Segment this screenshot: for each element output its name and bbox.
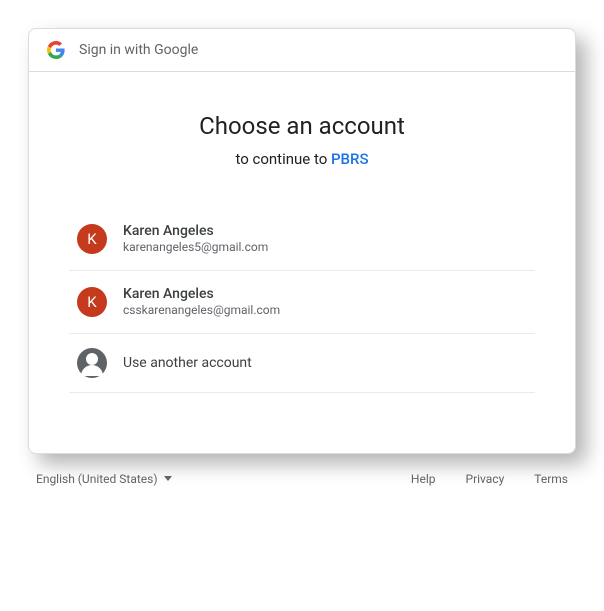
account-name: Karen Angeles bbox=[123, 222, 527, 240]
terms-link[interactable]: Terms bbox=[534, 472, 568, 486]
account-email: csskarenangeles@gmail.com bbox=[123, 303, 527, 319]
account-list: K Karen Angeles karenangeles5@gmail.com … bbox=[69, 208, 535, 393]
signin-card: Sign in with Google Choose an account to… bbox=[28, 28, 576, 454]
footer-links: Help Privacy Terms bbox=[411, 472, 568, 486]
account-item[interactable]: K Karen Angeles csskarenangeles@gmail.co… bbox=[69, 271, 535, 334]
help-link[interactable]: Help bbox=[411, 472, 436, 486]
chevron-down-icon bbox=[164, 476, 172, 481]
page-subtitle: to continue to PBRS bbox=[69, 150, 535, 168]
other-account-label: Use another account bbox=[123, 355, 252, 371]
account-info: Karen Angeles csskarenangeles@gmail.com bbox=[123, 285, 527, 319]
page-title: Choose an account bbox=[69, 112, 535, 140]
account-info: Karen Angeles karenangeles5@gmail.com bbox=[123, 222, 527, 256]
use-another-account[interactable]: Use another account bbox=[69, 334, 535, 393]
header-title: Sign in with Google bbox=[79, 42, 198, 58]
language-selector[interactable]: English (United States) bbox=[36, 472, 172, 486]
avatar: K bbox=[77, 287, 107, 317]
account-email: karenangeles5@gmail.com bbox=[123, 240, 527, 256]
account-item[interactable]: K Karen Angeles karenangeles5@gmail.com bbox=[69, 208, 535, 271]
google-logo-icon bbox=[47, 41, 65, 59]
footer: English (United States) Help Privacy Ter… bbox=[28, 454, 576, 486]
app-link[interactable]: PBRS bbox=[331, 150, 369, 168]
avatar: K bbox=[77, 224, 107, 254]
card-content: Choose an account to continue to PBRS K … bbox=[29, 72, 575, 453]
privacy-link[interactable]: Privacy bbox=[466, 472, 505, 486]
subtitle-prefix: to continue to bbox=[235, 150, 331, 168]
person-icon bbox=[77, 348, 107, 378]
language-label: English (United States) bbox=[36, 472, 158, 486]
card-header: Sign in with Google bbox=[29, 29, 575, 72]
account-name: Karen Angeles bbox=[123, 285, 527, 303]
